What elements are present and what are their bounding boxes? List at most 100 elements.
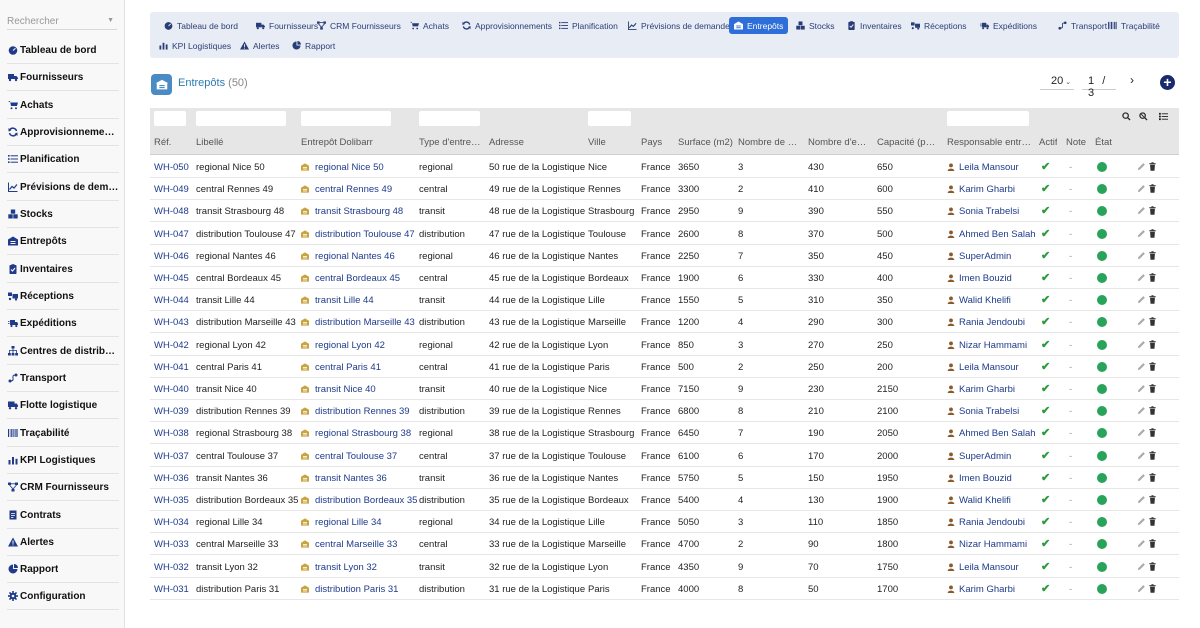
trash-icon[interactable]	[1148, 539, 1159, 551]
ref-link[interactable]: WH-043	[154, 317, 189, 328]
topmenu-item-rapport[interactable]: Rapport	[287, 37, 340, 54]
table-row[interactable]: WH-048 transit Strasbourg 48 transit Stras…	[150, 200, 1179, 223]
trash-icon[interactable]	[1148, 273, 1159, 285]
table-row[interactable]: WH-031 distribution Paris 31 distribution …	[150, 578, 1179, 600]
filter-ref-input[interactable]	[154, 111, 186, 126]
trash-icon[interactable]	[1148, 561, 1159, 574]
edit-icon[interactable]	[1137, 163, 1148, 174]
topmenu-item-approvisionnements[interactable]: Approvisionnements	[457, 17, 557, 34]
edit-icon[interactable]	[1137, 451, 1148, 463]
dolibarr-warehouse-link[interactable]: distribution Marseille 43	[301, 317, 415, 328]
edit-icon[interactable]	[1137, 496, 1148, 507]
ref-link[interactable]: WH-046	[154, 251, 189, 262]
dolibarr-warehouse-link[interactable]: central Rennes 49	[301, 184, 392, 195]
dolibarr-warehouse-link[interactable]: transit Lille 44	[301, 295, 374, 306]
edit-icon[interactable]	[1137, 429, 1148, 440]
topmenu-item-alertes[interactable]: Alertes	[235, 37, 284, 54]
manager-link[interactable]: Leila Mansour	[947, 362, 1019, 373]
trash-icon[interactable]	[1148, 162, 1159, 174]
dolibarr-warehouse-link[interactable]: central Paris 41	[301, 362, 381, 373]
trash-icon[interactable]	[1148, 517, 1159, 529]
edit-icon[interactable]	[1137, 584, 1148, 596]
column-header[interactable]: Nombre d'e…	[808, 137, 866, 148]
trash-icon[interactable]	[1148, 384, 1159, 396]
dolibarr-warehouse-link[interactable]: distribution Rennes 39	[301, 406, 410, 417]
table-row[interactable]: WH-044 transit Lille 44 transit Lille 44 tr…	[150, 289, 1179, 312]
manager-link[interactable]: Leila Mansour	[947, 562, 1019, 573]
column-header[interactable]: Responsable entre…	[947, 137, 1032, 148]
filter-type-input[interactable]	[419, 111, 480, 126]
table-row[interactable]: WH-039 distribution Rennes 39 distribution…	[150, 400, 1179, 423]
table-row[interactable]: WH-049 central Rennes 49 central Rennes 49…	[150, 178, 1179, 201]
ref-link[interactable]: WH-038	[154, 428, 189, 439]
table-row[interactable]: WH-042 regional Lyon 42 regional Lyon 42 re…	[150, 334, 1179, 356]
dolibarr-warehouse-link[interactable]: regional Nice 50	[301, 162, 384, 173]
table-row[interactable]: WH-047 distribution Toulouse 47 distributi…	[150, 223, 1179, 245]
trash-icon[interactable]	[1148, 495, 1159, 507]
sidebar-item-expeditions[interactable]: Expéditions	[7, 310, 119, 337]
sidebar-item-stocks[interactable]: Stocks	[7, 201, 119, 228]
edit-icon[interactable]	[1137, 340, 1148, 352]
table-row[interactable]: WH-035 distribution Bordeaux 35 distributi…	[150, 489, 1179, 511]
add-warehouse-button[interactable]: +	[1160, 75, 1175, 90]
topmenu-item-inventaires[interactable]: Inventaires	[842, 17, 907, 34]
table-row[interactable]: WH-046 regional Nantes 46 regional Nantes …	[150, 245, 1179, 267]
ref-link[interactable]: WH-045	[154, 273, 189, 284]
table-row[interactable]: WH-036 transit Nantes 36 transit Nantes 36…	[150, 467, 1179, 489]
edit-icon[interactable]	[1137, 318, 1148, 329]
sidebar-item-previsions-de-demande[interactable]: Prévisions de demande	[7, 174, 119, 201]
edit-icon[interactable]	[1137, 562, 1148, 574]
ref-link[interactable]: WH-047	[154, 229, 189, 240]
manager-link[interactable]: SuperAdmin	[947, 451, 1011, 462]
manager-link[interactable]: Rania Jendoubi	[947, 317, 1025, 328]
trash-icon[interactable]	[1148, 339, 1159, 352]
ref-link[interactable]: WH-044	[154, 295, 189, 306]
edit-icon[interactable]	[1137, 207, 1148, 218]
table-row[interactable]: WH-033 central Marseille 33 central Marsei…	[150, 533, 1179, 556]
topmenu-item-tracabilite[interactable]: Traçabilité	[1103, 17, 1165, 34]
dolibarr-warehouse-link[interactable]: distribution Toulouse 47	[301, 229, 415, 240]
manager-link[interactable]: SuperAdmin	[947, 251, 1011, 262]
dolibarr-warehouse-link[interactable]: transit Nice 40	[301, 384, 376, 395]
table-row[interactable]: WH-034 regional Lille 34 regional Lille 34…	[150, 511, 1179, 534]
filter-label-input[interactable]	[196, 111, 286, 126]
trash-icon[interactable]	[1148, 584, 1159, 596]
trash-icon[interactable]	[1148, 295, 1159, 307]
column-header[interactable]: Note	[1066, 137, 1086, 148]
ref-link[interactable]: WH-033	[154, 539, 189, 550]
topmenu-item-expeditions[interactable]: Expéditions	[975, 17, 1042, 34]
ref-link[interactable]: WH-037	[154, 451, 189, 462]
manager-link[interactable]: Karim Gharbi	[947, 384, 1015, 395]
topmenu-item-stocks[interactable]: Stocks	[791, 17, 840, 34]
ref-link[interactable]: WH-049	[154, 184, 189, 195]
filter-city-input[interactable]	[588, 111, 631, 126]
trash-icon[interactable]	[1148, 450, 1159, 463]
filter-dolibarr-input[interactable]	[301, 111, 391, 126]
sidebar-item-flotte-logistique[interactable]: Flotte logistique	[7, 392, 119, 419]
next-page-icon[interactable]: ›	[1130, 73, 1134, 87]
edit-icon[interactable]	[1137, 229, 1148, 241]
edit-icon[interactable]	[1137, 407, 1148, 418]
topmenu-item-crm-fournisseurs[interactable]: CRM Fournisseurs	[312, 17, 406, 34]
manager-link[interactable]: Walid Khelifi	[947, 495, 1011, 506]
column-header[interactable]: État	[1095, 137, 1112, 148]
sidebar-item-contrats[interactable]: Contrats	[7, 502, 119, 529]
manager-link[interactable]: Ahmed Ben Salah	[947, 428, 1036, 439]
topmenu-item-planification[interactable]: Planification	[554, 17, 623, 34]
sidebar-item-alertes[interactable]: Alertes	[7, 529, 119, 556]
trash-icon[interactable]	[1148, 184, 1159, 196]
table-row[interactable]: WH-037 central Toulouse 37 central Toulous…	[150, 445, 1179, 467]
column-header[interactable]: Libellé	[196, 137, 223, 148]
dolibarr-warehouse-link[interactable]: regional Strasbourg 38	[301, 428, 411, 439]
ref-link[interactable]: WH-031	[154, 584, 189, 595]
trash-icon[interactable]	[1148, 428, 1159, 440]
sidebar-item-rapport[interactable]: Rapport	[7, 556, 119, 583]
ref-link[interactable]: WH-032	[154, 562, 189, 573]
trash-icon[interactable]	[1148, 251, 1159, 263]
dolibarr-warehouse-link[interactable]: regional Lille 34	[301, 517, 382, 528]
dolibarr-warehouse-link[interactable]: central Toulouse 37	[301, 451, 397, 462]
sidebar-item-crm-fournisseurs[interactable]: CRM Fournisseurs	[7, 474, 119, 501]
column-header[interactable]: Capacité (pa…	[877, 137, 939, 148]
trash-icon[interactable]	[1148, 228, 1159, 241]
page-size-select[interactable]: 20 ⌄	[1040, 74, 1074, 90]
